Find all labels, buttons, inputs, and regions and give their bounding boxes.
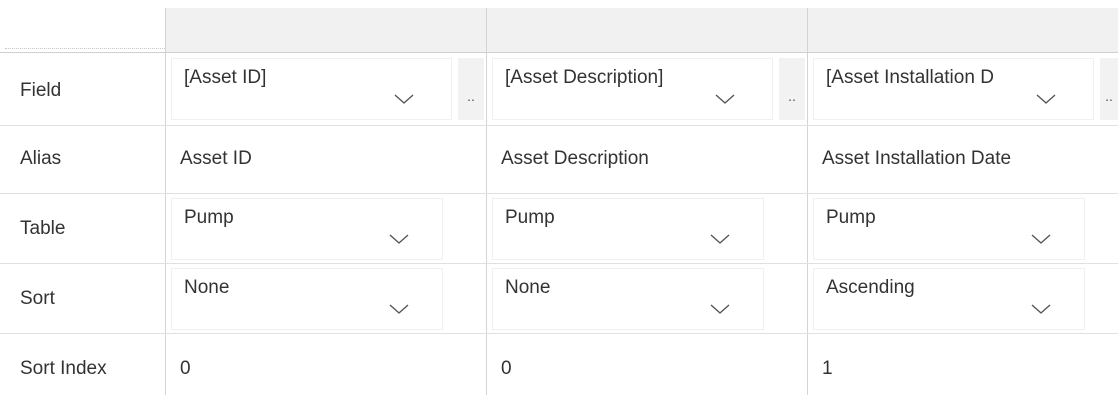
sort-dropdown-col3[interactable]: Ascending (813, 268, 1085, 330)
chevron-down-icon (1030, 303, 1052, 315)
chevron-down-icon (1030, 233, 1052, 245)
field-value: [Asset Description] (505, 67, 664, 88)
field-dropdown-col3[interactable]: [Asset Installation D (813, 58, 1094, 120)
row-divider (0, 52, 1118, 53)
sort-index-value-col1[interactable]: 0 (180, 358, 191, 380)
row-label-sort: Sort (20, 288, 55, 309)
chevron-down-icon (714, 93, 736, 105)
row-divider (0, 263, 1118, 264)
row-label-alias: Alias (20, 148, 62, 169)
table-dropdown-col3[interactable]: Pump (813, 198, 1085, 260)
header-divider (5, 48, 165, 49)
row-label-field: Field (20, 80, 62, 101)
table-value: Pump (505, 207, 555, 228)
alias-value-col2[interactable]: Asset Description (501, 148, 649, 170)
chevron-down-icon (388, 233, 410, 245)
chevron-down-icon (709, 233, 731, 245)
column-divider (807, 8, 808, 395)
sort-value: None (184, 277, 230, 298)
table-dropdown-col2[interactable]: Pump (492, 198, 764, 260)
field-builder-button-col3[interactable]: .. (1100, 58, 1118, 120)
alias-value-col3[interactable]: Asset Installation Date (822, 148, 1011, 170)
row-label-sort-index: Sort Index (20, 358, 107, 379)
row-label-table: Table (20, 218, 66, 239)
field-builder-button-col2[interactable]: .. (779, 58, 805, 120)
field-value: [Asset Installation D (826, 67, 994, 88)
field-builder-button-col1[interactable]: .. (458, 58, 484, 120)
sort-index-value-col3[interactable]: 1 (822, 358, 833, 380)
column-header-strip (165, 8, 1118, 52)
sort-dropdown-col2[interactable]: None (492, 268, 764, 330)
alias-value-col1[interactable]: Asset ID (180, 148, 252, 170)
chevron-down-icon (393, 93, 415, 105)
row-divider (0, 193, 1118, 194)
query-design-grid: Field Alias Table Sort Sort Index [Asset… (0, 0, 1118, 395)
chevron-down-icon (1035, 93, 1057, 105)
chevron-down-icon (388, 303, 410, 315)
sort-value: Ascending (826, 277, 915, 298)
table-dropdown-col1[interactable]: Pump (171, 198, 443, 260)
sort-value: None (505, 277, 551, 298)
table-value: Pump (184, 207, 234, 228)
table-value: Pump (826, 207, 876, 228)
field-dropdown-col1[interactable]: [Asset ID] (171, 58, 452, 120)
field-value: [Asset ID] (184, 67, 267, 88)
row-divider (0, 333, 1118, 334)
chevron-down-icon (709, 303, 731, 315)
sort-index-value-col2[interactable]: 0 (501, 358, 512, 380)
row-divider (0, 125, 1118, 126)
field-dropdown-col2[interactable]: [Asset Description] (492, 58, 773, 120)
column-divider (165, 8, 166, 395)
column-divider (486, 8, 487, 395)
sort-dropdown-col1[interactable]: None (171, 268, 443, 330)
